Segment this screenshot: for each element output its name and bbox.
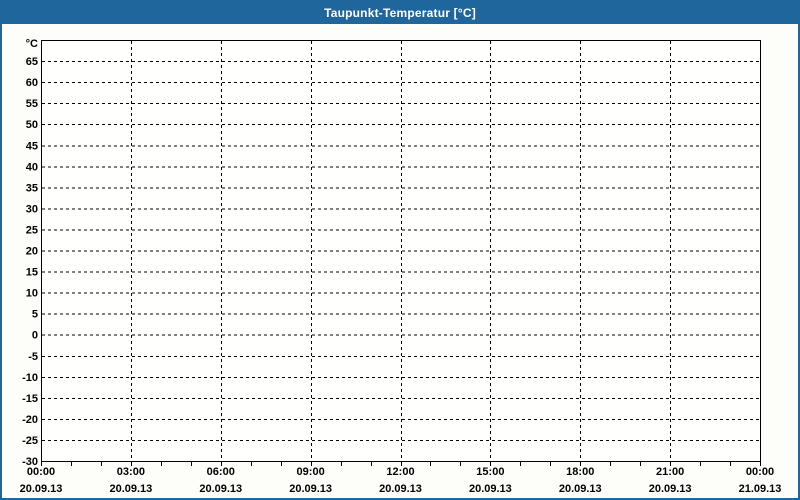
y-tick-label: -5 [28,351,38,363]
x-time-label: 18:00 [566,466,594,478]
x-date-label: 20.09.13 [109,483,152,495]
chart-svg: °C65605550454035302520151050-5-10-15-20-… [20,38,782,495]
x-date-label: 20.09.13 [469,483,512,495]
y-tick-label: 45 [26,140,38,152]
y-tick-label: 25 [26,224,38,236]
x-date-label: 21.09.13 [739,483,782,495]
x-date-label: 20.09.13 [289,483,332,495]
x-time-label: 06:00 [207,466,235,478]
x-time-label: 00:00 [746,466,774,478]
y-tick-label: 35 [26,182,38,194]
y-tick-label: 65 [26,56,38,68]
y-tick-label: 20 [26,246,38,258]
x-date-label: 20.09.13 [379,483,422,495]
x-time-label: 12:00 [386,466,414,478]
x-time-label: 15:00 [476,466,504,478]
y-tick-label: 60 [26,77,38,89]
y-tick-label: 5 [32,309,38,321]
x-date-label: 20.09.13 [649,483,692,495]
x-date-label: 20.09.13 [559,483,602,495]
y-tick-label: -20 [22,414,38,426]
y-tick-label: 50 [26,119,38,131]
y-tick-label: 30 [26,203,38,215]
x-time-label: 09:00 [297,466,325,478]
chart-window: Taupunkt-Temperatur [°C] °C 65 60 55 50 45 40 3… [0,0,800,500]
x-date-label: 20.09.13 [199,483,242,495]
y-tick-label: -15 [22,393,38,405]
x-time-label: 03:00 [117,466,145,478]
y-tick-label: -10 [22,372,38,384]
y-tick-label: -25 [22,435,38,447]
x-date-label: 20.09.13 [20,483,63,495]
y-axis-unit-label: °C [26,38,38,50]
y-tick-label: 15 [26,267,38,279]
chart-area: °C 65 60 55 50 45 40 35 30 25 20 15 10 5 0 -5 -10 -15 -20-… [2,24,798,498]
x-time-label: 21:00 [656,466,684,478]
y-tick-label: 10 [26,288,38,300]
y-tick-label: 55 [26,98,38,110]
chart-titlebar: Taupunkt-Temperatur [°C] [2,2,798,24]
y-tick-label: 0 [32,330,38,342]
chart-title: Taupunkt-Temperatur [°C] [324,6,476,20]
x-time-label: 00:00 [27,466,55,478]
y-tick-label: 40 [26,161,38,173]
